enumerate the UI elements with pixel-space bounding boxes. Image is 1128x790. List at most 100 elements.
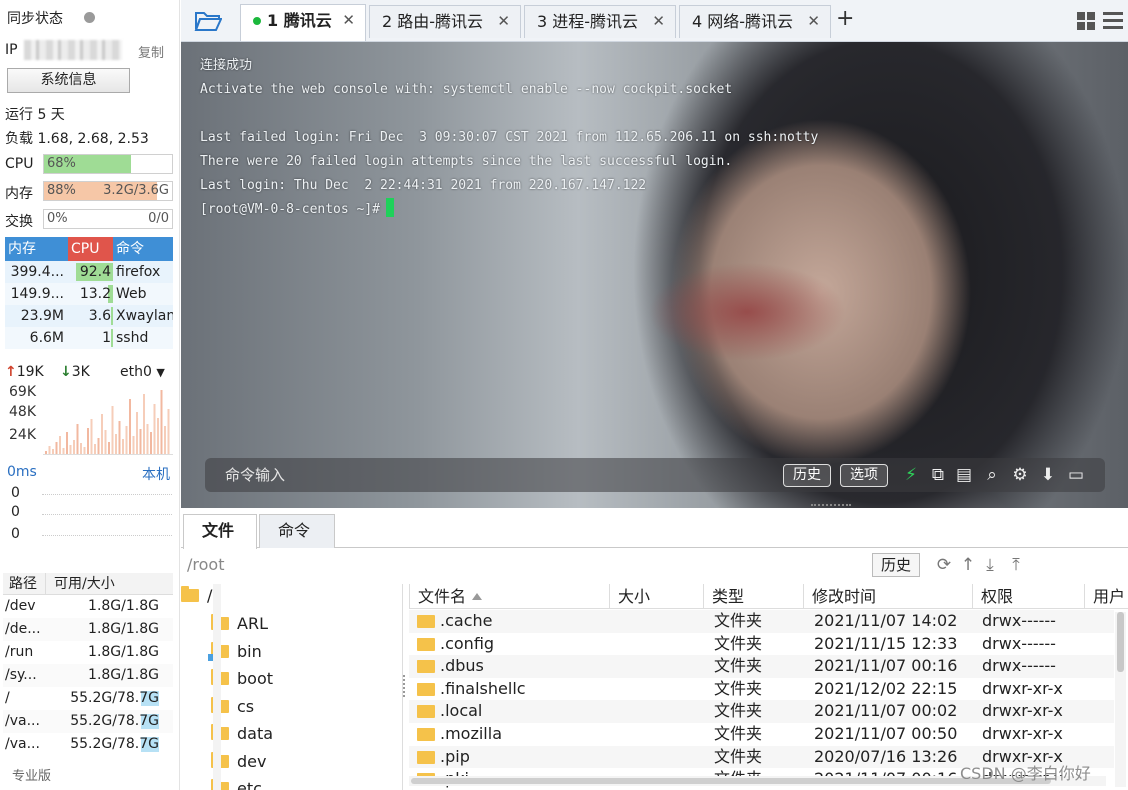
disk-row[interactable]: /va... 55.2G/78.7G (3, 733, 173, 756)
disk-table-header: 路径 可用/大小 (3, 573, 173, 595)
file-col-header[interactable]: 文件名 (409, 584, 609, 609)
file-type: 文件夹 (714, 656, 763, 676)
proc-col-cmd[interactable]: 命令 (113, 237, 173, 261)
disk-path: /run (5, 644, 34, 660)
system-info-button[interactable]: 系统信息 (7, 68, 130, 93)
disk-col-size[interactable]: 可用/大小 (46, 573, 173, 594)
traffic-bar (111, 406, 114, 454)
copy-icon[interactable]: ⧉ (927, 463, 949, 487)
file-col-label: 大小 (618, 587, 651, 606)
current-path[interactable]: /root (187, 555, 224, 574)
download-arrow-icon: ↓ (60, 364, 72, 380)
net-interface-select[interactable]: eth0 ▼ (120, 364, 165, 380)
upload-file-icon[interactable]: ⤒ (1005, 553, 1027, 577)
download-icon[interactable]: ⬇ (1037, 463, 1059, 487)
proc-col-mem[interactable]: 内存 (5, 237, 68, 261)
file-row[interactable]: .dbus文件夹2021/11/07 00:16drwx------root (409, 655, 1125, 678)
process-row[interactable]: 23.9M 3.6 Xwaylan (5, 305, 173, 327)
path-history-button[interactable]: 历史 (872, 553, 921, 577)
disk-size: 1.8G/1.8G (46, 595, 173, 618)
close-icon[interactable]: ✕ (497, 6, 510, 37)
tree-item-label: ARL (237, 614, 268, 633)
file-row[interactable]: .mozilla文件夹2021/11/07 00:50drwxr-xr-xroo… (409, 723, 1125, 746)
tab-session-1[interactable]: 1 腾讯云 ✕ (240, 4, 366, 41)
disk-row[interactable]: /run 1.8G/1.8G (3, 641, 173, 664)
file-col-header[interactable]: 修改时间 (803, 584, 972, 609)
ping-value: 0 (11, 504, 20, 520)
file-name: .config (440, 633, 495, 653)
traffic-bar (167, 409, 170, 454)
traffic-bar (48, 446, 51, 454)
layout-grid-icon[interactable] (1077, 12, 1095, 30)
search-icon[interactable]: ⌕ (981, 463, 1003, 487)
disk-row[interactable]: /sy... 1.8G/1.8G (3, 664, 173, 687)
options-button[interactable]: 选项 (840, 464, 888, 487)
file-row[interactable]: .cache文件夹2021/11/07 14:02drwx------root (409, 610, 1125, 633)
download-file-icon[interactable]: ⤓ (979, 553, 1001, 577)
gear-icon[interactable]: ⚙ (1009, 463, 1031, 487)
file-type: 文件夹 (714, 746, 763, 766)
process-row[interactable]: 399.4... 92.4 firefox (5, 261, 173, 283)
disk-row[interactable]: /dev 1.8G/1.8G (3, 595, 173, 618)
file-row[interactable]: .finalshellc 文件夹 2021/12/02 22:15 drwxr-xr-… (409, 678, 1125, 701)
terminal-output[interactable]: 连接成功 Activate the web console with: syste… (200, 54, 818, 222)
up-dir-icon[interactable]: ↑ (957, 553, 979, 577)
tree-scrollbar[interactable] (213, 584, 221, 790)
add-tab-icon[interactable]: + (836, 6, 854, 31)
file-type: 文件夹 (714, 724, 763, 743)
ping-target[interactable]: 本机 (142, 464, 170, 484)
file-col-header[interactable]: 用户 (1084, 584, 1128, 609)
file-col-header[interactable]: 大小 (609, 584, 703, 609)
traffic-bar (69, 445, 72, 454)
paste-icon[interactable]: ▤ (953, 463, 975, 487)
disk-col-path[interactable]: 路径 (3, 573, 46, 594)
copy-ip-button[interactable]: 复制 (138, 42, 164, 61)
disk-path: /de... (5, 621, 41, 637)
sidebar: 同步状态 IP 复制 系统信息 运行 5 天 负载 1.68, 2.68, 2.… (0, 0, 180, 790)
mem-detail: 3.2G/3.6G (103, 183, 169, 198)
tab-label: 4 网络-腾讯云 (692, 12, 794, 31)
tab-session-4[interactable]: 4 网络-腾讯云 ✕ (679, 5, 831, 38)
open-folder-icon[interactable] (194, 10, 222, 32)
menu-icon[interactable] (1103, 12, 1123, 30)
swap-percent: 0% (47, 211, 68, 226)
cpu-label: CPU (5, 156, 34, 172)
edition-label[interactable]: 专业版 (12, 765, 51, 784)
disk-row[interactable]: /va... 55.2G/78.7G (3, 710, 173, 733)
proc-col-cpu[interactable]: CPU (68, 237, 113, 261)
tab-session-2[interactable]: 2 路由-腾讯云 ✕ (369, 5, 521, 38)
window-icon[interactable]: ▭ (1065, 463, 1087, 487)
tab-files[interactable]: 文件 (183, 514, 257, 549)
history-button[interactable]: 历史 (783, 464, 831, 487)
disk-row[interactable]: /de... 1.8G/1.8G (3, 618, 173, 641)
process-row[interactable]: 6.6M 1 sshd (5, 327, 173, 349)
terminal[interactable]: 连接成功 Activate the web console with: syste… (181, 42, 1128, 508)
disk-row[interactable]: / 55.2G/78.7G (3, 687, 173, 710)
process-mem: 6.6M (5, 327, 68, 349)
traffic-bar (122, 439, 124, 454)
command-input[interactable] (225, 465, 765, 485)
close-icon[interactable]: ✕ (652, 6, 665, 37)
file-row[interactable]: .local文件夹2021/11/07 00:02drwxr-xr-xroot (409, 700, 1125, 723)
file-col-header[interactable]: 权限 (972, 584, 1084, 609)
tree-splitter[interactable] (403, 675, 407, 697)
file-row[interactable]: .config文件夹2021/11/15 12:33drwx------root (409, 633, 1125, 656)
mem-meter: 88% 3.2G/3.6G (43, 181, 173, 201)
file-list-scrollbar[interactable] (1115, 612, 1126, 787)
folder-icon (417, 750, 435, 764)
download-rate: 3K (71, 364, 90, 380)
close-icon[interactable]: ✕ (342, 5, 355, 36)
close-icon[interactable]: ✕ (807, 6, 820, 37)
traffic-bar (90, 419, 93, 454)
lightning-icon[interactable]: ⚡ (900, 463, 922, 487)
refresh-icon[interactable]: ⟳ (933, 553, 955, 577)
process-cpu-value: 13.2 (79, 286, 111, 302)
file-mtime: 2020/07/16 13:26 (814, 746, 958, 766)
process-row[interactable]: 149.9... 13.2 Web (5, 283, 173, 305)
panel-splitter[interactable] (811, 504, 851, 507)
tree-root[interactable]: / (181, 584, 212, 608)
net-upload: ↑19K (5, 364, 44, 380)
file-col-header[interactable]: 类型 (703, 584, 803, 609)
tab-commands[interactable]: 命令 (259, 514, 335, 548)
tab-session-3[interactable]: 3 进程-腾讯云 ✕ (524, 5, 676, 38)
